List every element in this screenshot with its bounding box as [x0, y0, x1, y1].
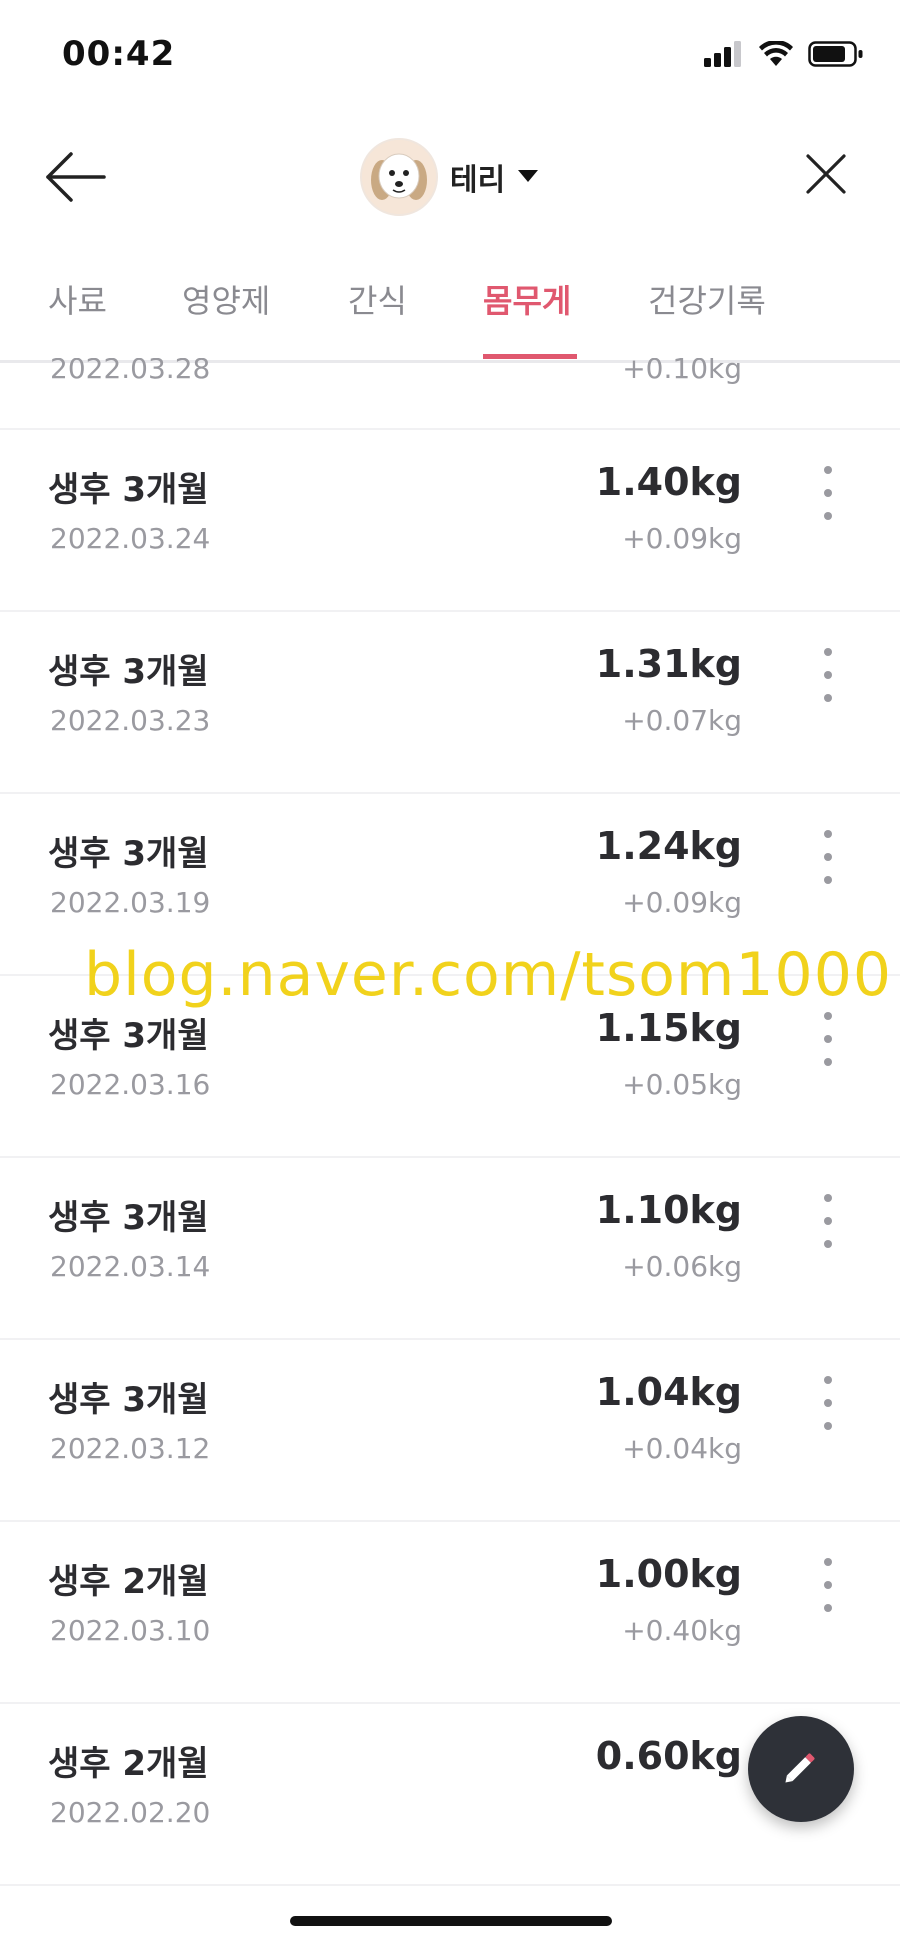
record-weight: 1.31kg — [595, 642, 742, 686]
record-date: 2022.03.23 — [50, 704, 211, 737]
more-vertical-icon[interactable] — [816, 1012, 840, 1066]
record-age: 생후 2개월 — [48, 1562, 209, 1602]
arrow-left-icon — [44, 152, 110, 208]
record-date: 2022.03.12 — [50, 1432, 211, 1465]
more-vertical-icon[interactable] — [816, 466, 840, 520]
back-button[interactable] — [44, 150, 110, 204]
record-date: 2022.03.28 — [50, 358, 211, 385]
record-change: +0.05kg — [622, 1068, 742, 1101]
record-weight: 1.00kg — [595, 1552, 742, 1596]
status-icons — [704, 39, 864, 72]
record-change: +0.10kg — [622, 358, 742, 385]
home-indicator — [290, 1916, 612, 1926]
record-change: +0.07kg — [622, 704, 742, 737]
list-item[interactable]: 생후 2개월 2022.03.10 1.00kg +0.40kg — [0, 1520, 900, 1704]
record-change: +0.40kg — [622, 1614, 742, 1647]
list-item[interactable]: 생후 3개월 2022.03.24 1.40kg +0.09kg — [0, 428, 900, 612]
more-vertical-icon[interactable] — [816, 648, 840, 702]
list-item[interactable]: 생후 3개월 2022.03.23 1.31kg +0.07kg — [0, 610, 900, 794]
pencil-icon — [778, 1744, 824, 1794]
record-date: 2022.03.24 — [50, 522, 211, 555]
record-weight: 1.15kg — [595, 1006, 742, 1050]
record-change: +0.06kg — [622, 1250, 742, 1283]
record-date: 2022.03.16 — [50, 1068, 211, 1101]
close-icon — [804, 154, 848, 200]
record-date: 2022.03.19 — [50, 886, 211, 919]
record-date: 2022.02.20 — [50, 1796, 211, 1829]
record-age: 생후 3개월 — [48, 652, 209, 692]
tab-weight[interactable]: 몸무게 — [483, 276, 571, 322]
record-change: +0.09kg — [622, 522, 742, 555]
record-date: 2022.03.10 — [50, 1614, 211, 1647]
add-record-button[interactable] — [748, 1716, 854, 1822]
more-vertical-icon[interactable] — [816, 1558, 840, 1612]
more-vertical-icon[interactable] — [816, 830, 840, 884]
tab-health-records[interactable]: 건강기록 — [648, 276, 766, 322]
record-age: 생후 3개월 — [48, 1198, 209, 1238]
record-change: +0.09kg — [622, 886, 742, 919]
record-change: +0.04kg — [622, 1432, 742, 1465]
record-age: 생후 3개월 — [48, 470, 209, 510]
wifi-icon — [758, 39, 794, 71]
tab-snacks[interactable]: 간식 — [348, 276, 407, 322]
record-age: 생후 3개월 — [48, 1016, 209, 1056]
weight-record-list[interactable]: 2022.03.28 +0.10kg 생후 3개월 2022.03.24 1.4… — [0, 358, 900, 1890]
caret-down-icon — [517, 168, 539, 187]
status-bar: 00:42 — [0, 0, 900, 110]
pet-selector[interactable]: 테리 — [360, 138, 539, 216]
record-weight: 0.60kg — [595, 1734, 742, 1778]
record-weight: 1.40kg — [595, 460, 742, 504]
cellular-signal-icon — [704, 41, 744, 71]
status-time: 00:42 — [62, 34, 176, 74]
more-vertical-icon[interactable] — [816, 1194, 840, 1248]
record-age: 생후 3개월 — [48, 834, 209, 874]
watermark: blog.naver.com/tsom1000 — [84, 940, 893, 1010]
pet-name: 테리 — [450, 163, 506, 198]
record-date: 2022.03.14 — [50, 1250, 211, 1283]
tab-food[interactable]: 사료 — [48, 276, 107, 322]
record-age: 생후 3개월 — [48, 1380, 209, 1420]
category-tabs: 사료 영양제 간식 몸무게 건강기록 — [0, 272, 900, 363]
battery-icon — [808, 40, 864, 72]
more-vertical-icon[interactable] — [816, 1376, 840, 1430]
record-weight: 1.24kg — [595, 824, 742, 868]
record-weight: 1.10kg — [595, 1188, 742, 1232]
close-button[interactable] — [804, 152, 848, 196]
list-item[interactable]: 2022.03.28 +0.10kg — [0, 358, 900, 430]
record-age: 생후 2개월 — [48, 1744, 209, 1784]
tab-supplements[interactable]: 영양제 — [182, 276, 270, 322]
record-weight: 1.04kg — [595, 1370, 742, 1414]
avatar — [360, 138, 438, 216]
list-item[interactable]: 생후 3개월 2022.03.14 1.10kg +0.06kg — [0, 1156, 900, 1340]
header: 테리 — [0, 120, 900, 230]
list-item[interactable]: 생후 3개월 2022.03.12 1.04kg +0.04kg — [0, 1338, 900, 1522]
